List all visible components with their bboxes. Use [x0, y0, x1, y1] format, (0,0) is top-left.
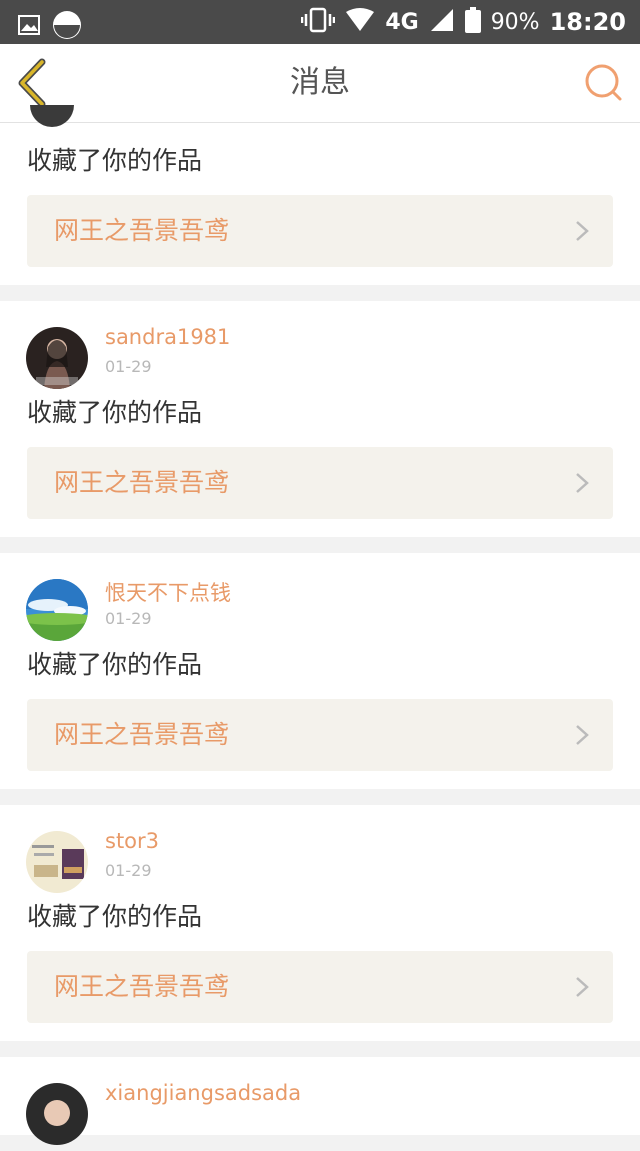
search-icon [585, 64, 622, 101]
work-title: 网王之吾景吾鸢 [54, 720, 230, 749]
chevron-right-icon [576, 725, 589, 745]
notification-action: 收藏了你的作品 [27, 650, 203, 679]
avatar[interactable] [26, 327, 88, 389]
notification-list: 收藏了你的作品 网王之吾景吾鸢 sandra1981 01-29 收藏了你的作品… [0, 105, 640, 1151]
work-link[interactable]: 网王之吾景吾鸢 [27, 951, 613, 1023]
notification-card: 恨天不下点钱 01-29 收藏了你的作品 网王之吾景吾鸢 [0, 553, 640, 789]
vibrate-icon [301, 7, 336, 37]
notification-card: xiangjiangsadsada [0, 1057, 640, 1145]
notification-date: 01-29 [105, 861, 152, 880]
battery-icon [464, 7, 481, 37]
notification-card: stor3 01-29 收藏了你的作品 网王之吾景吾鸢 [0, 805, 640, 1041]
notification-action: 收藏了你的作品 [27, 146, 203, 175]
work-link[interactable]: 网王之吾景吾鸢 [27, 195, 613, 267]
notification-card: sandra1981 01-29 收藏了你的作品 网王之吾景吾鸢 [0, 301, 640, 537]
username[interactable]: 恨天不下点钱 [105, 577, 231, 607]
work-title: 网王之吾景吾鸢 [54, 216, 230, 245]
work-title: 网王之吾景吾鸢 [54, 972, 230, 1001]
status-bar: 4G 90% 18:20 [0, 0, 640, 44]
username[interactable]: sandra1981 [105, 325, 230, 349]
gallery-icon [18, 14, 40, 40]
signal-icon [429, 7, 455, 37]
notification-action: 收藏了你的作品 [27, 398, 203, 427]
work-link[interactable]: 网王之吾景吾鸢 [27, 699, 613, 771]
username[interactable]: stor3 [105, 829, 159, 853]
avatar[interactable] [26, 1083, 88, 1145]
avatar[interactable] [26, 579, 88, 641]
clock: 18:20 [549, 8, 626, 36]
search-button[interactable] [582, 61, 626, 105]
notification-date: 01-29 [105, 357, 152, 376]
app-notification-icon [52, 10, 82, 44]
network-type: 4G [385, 9, 419, 35]
chevron-right-icon [576, 977, 589, 997]
battery-level: 90% [490, 9, 540, 35]
nav-bar: 消息 [0, 44, 640, 123]
page-title: 消息 [290, 65, 350, 100]
username[interactable]: xiangjiangsadsada [105, 1081, 301, 1105]
notification-date: 01-29 [105, 609, 152, 628]
notification-card: 收藏了你的作品 网王之吾景吾鸢 [0, 105, 640, 285]
work-link[interactable]: 网王之吾景吾鸢 [27, 447, 613, 519]
chevron-right-icon [576, 473, 589, 493]
avatar[interactable] [26, 831, 88, 893]
notification-action: 收藏了你的作品 [27, 902, 203, 931]
work-title: 网王之吾景吾鸢 [54, 468, 230, 497]
chevron-right-icon [576, 221, 589, 241]
wifi-icon [345, 8, 375, 36]
